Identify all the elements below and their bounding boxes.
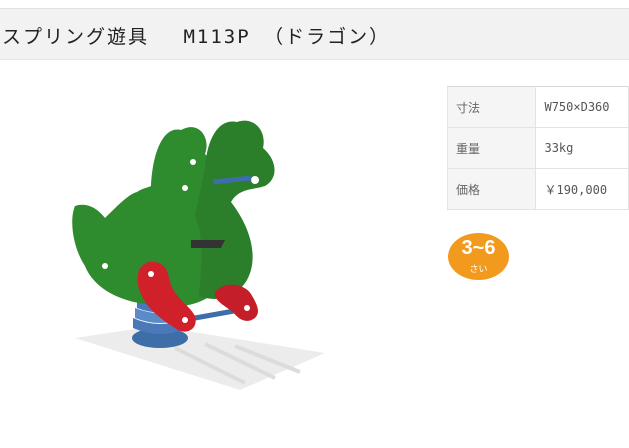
age-badge: 3~6 さい <box>448 233 509 280</box>
page-title-bar: スプリング遊具 M113P （ドラゴン） <box>0 8 629 60</box>
spec-label-weight: 重量 <box>446 127 537 169</box>
table-row: 重量 33kg <box>446 127 629 169</box>
spec-label-price: 価格 <box>446 168 537 210</box>
dragon-spring-rider-icon <box>72 120 325 390</box>
spec-table: 寸法 W750×D360 重量 33kg 価格 ￥190,000 <box>446 86 629 210</box>
table-row: 寸法 W750×D360 <box>446 86 629 128</box>
spec-label-size: 寸法 <box>446 86 537 128</box>
table-row: 価格 ￥190,000 <box>446 168 629 210</box>
age-range: 3~6 <box>461 237 496 259</box>
spec-value-price: ￥190,000 <box>535 168 629 210</box>
spec-value-size: W750×D360 <box>535 86 629 128</box>
page-title: スプリング遊具 M113P （ドラゴン） <box>2 26 391 48</box>
spec-value-weight: 33kg <box>535 127 629 169</box>
age-unit: さい <box>469 265 488 275</box>
